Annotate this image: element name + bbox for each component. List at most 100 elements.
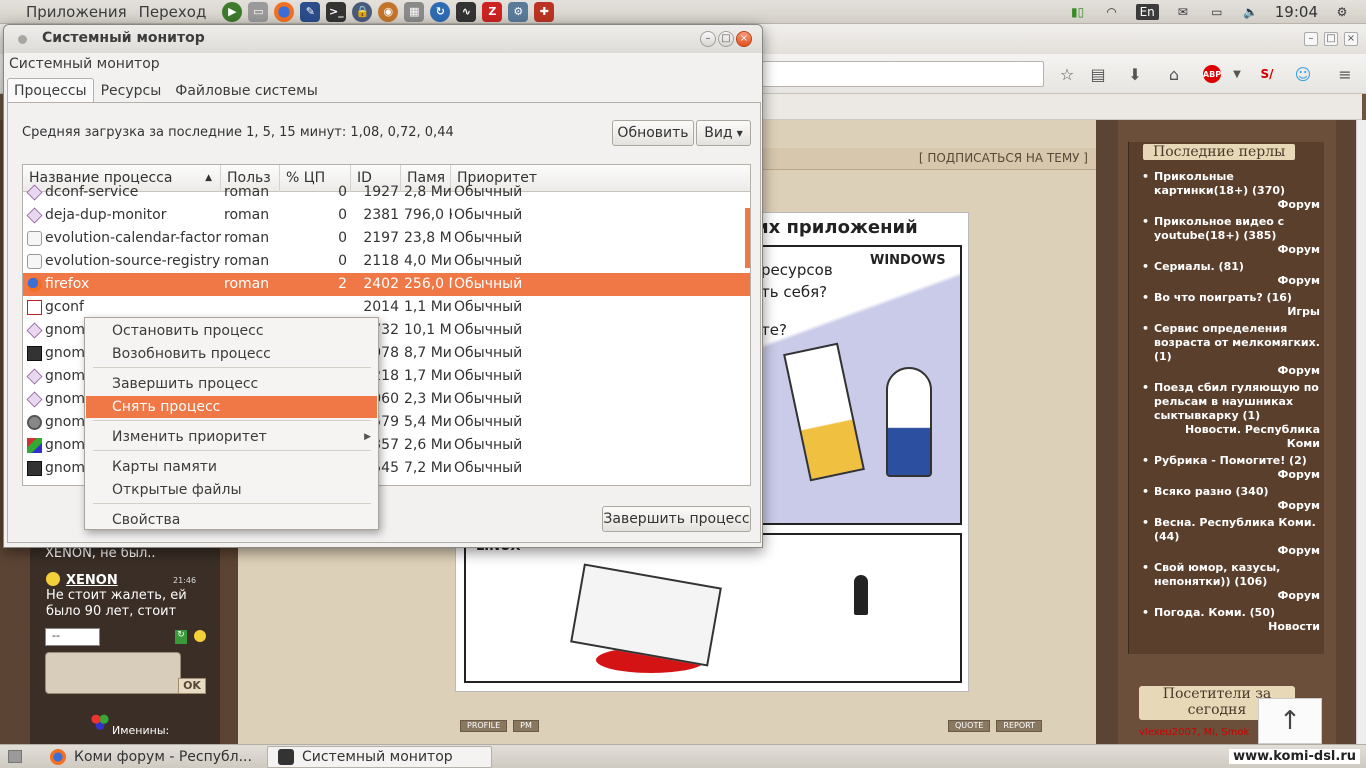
download-icon[interactable]: ⬇ <box>1124 63 1146 85</box>
dropdown-arrow-icon[interactable]: ▼ <box>1226 63 1248 85</box>
chat-smiley-select[interactable]: -- <box>45 628 100 646</box>
terminal-icon[interactable]: >_ <box>326 1 347 22</box>
table-row[interactable]: gconf 2014 1,1 Ми Обычный <box>23 296 750 319</box>
perl-category[interactable]: Форум <box>1154 544 1320 558</box>
page-scrollbar[interactable] <box>1356 120 1366 744</box>
perl-category[interactable]: Форум <box>1154 243 1320 257</box>
list-item[interactable]: Весна. Республика Коми. (44)Форум <box>1140 516 1320 558</box>
perl-category[interactable]: Новости <box>1154 620 1320 634</box>
subscribe-link[interactable]: [ ПОДПИСАТЬСЯ НА ТЕМУ ] <box>919 151 1088 165</box>
perl-title[interactable]: Во что поиграть? (16) <box>1154 291 1292 304</box>
perl-title[interactable]: Прикольное видео с youtube(18+) (385) <box>1154 215 1284 242</box>
software-icon[interactable]: ✚ <box>534 1 555 22</box>
play-icon[interactable]: ▶ <box>222 1 243 22</box>
end-process-button[interactable]: Завершить процесс <box>602 506 751 532</box>
perl-title[interactable]: Погода. Коми. (50) <box>1154 606 1275 619</box>
list-item[interactable]: Поезд сбил гуляющую по рельсам в наушник… <box>1140 381 1320 451</box>
filezilla-icon[interactable]: Z <box>482 1 503 22</box>
browser-maximize-button[interactable]: □ <box>1324 32 1338 46</box>
perl-title[interactable]: Прикольные картинки(18+) (370) <box>1154 170 1285 197</box>
battery-level-icon[interactable]: ▭ <box>1207 4 1227 20</box>
perl-title[interactable]: Всяко разно (340) <box>1154 485 1269 498</box>
list-item[interactable]: Погода. Коми. (50)Новости <box>1140 606 1320 634</box>
table-row[interactable]: deja-dup-monitor roman 0 2381 796,0 КОбычный <box>23 204 750 227</box>
perl-title[interactable]: Рубрика - Помогите! (2) <box>1154 454 1307 467</box>
perl-category[interactable]: Форум <box>1154 274 1320 288</box>
list-item[interactable]: Рубрика - Помогите! (2)Форум <box>1140 454 1320 482</box>
profile-button[interactable]: PROFILE <box>460 720 508 732</box>
perl-category[interactable]: Форум <box>1154 364 1320 378</box>
scroll-to-top-button[interactable]: ↑ <box>1258 698 1322 744</box>
window-titlebar[interactable]: Системный монитор – □ × <box>4 25 762 53</box>
show-desktop-icon[interactable] <box>8 750 22 763</box>
tab-file-systems[interactable]: Файловые системы <box>168 78 325 102</box>
star-icon[interactable]: ☆ <box>1056 63 1078 85</box>
perl-category[interactable]: Форум <box>1154 499 1320 513</box>
volume-icon[interactable]: 🔈 <box>1241 4 1261 20</box>
browser-minimize-button[interactable]: – <box>1304 32 1318 46</box>
perl-title[interactable]: Свой юмор, казусы, непонятки)) (106) <box>1154 561 1280 588</box>
context-menu-item[interactable]: Свойства <box>86 509 377 531</box>
context-menu-item[interactable]: Изменить приоритет ▶ <box>86 426 377 448</box>
extension-icon[interactable]: S/ <box>1256 63 1278 85</box>
perl-category[interactable]: Игры <box>1154 305 1320 319</box>
refresh-icon[interactable]: ↻ <box>175 630 187 644</box>
calculator-icon[interactable]: ▦ <box>404 1 425 22</box>
context-menu-item[interactable]: Остановить процесс <box>86 320 377 342</box>
list-item[interactable]: Во что поиграть? (16)Игры <box>1140 291 1320 319</box>
table-row[interactable]: evolution-source-registry roman 0 2118 4,0 М… <box>23 250 750 273</box>
list-item[interactable]: Прикольное видео с youtube(18+) (385)Фор… <box>1140 215 1320 257</box>
context-menu-item[interactable]: Карты памяти <box>86 456 377 478</box>
smiley-picker-icon[interactable] <box>194 630 206 642</box>
reading-list-icon[interactable]: ▤ <box>1087 63 1109 85</box>
gimp-icon[interactable]: ◉ <box>378 1 399 22</box>
list-item[interactable]: Сервис определения возраста от мелкомягк… <box>1140 322 1320 378</box>
perl-title[interactable]: Сериалы. (81) <box>1154 260 1244 273</box>
perl-category[interactable]: Форум <box>1154 468 1320 482</box>
browser-close-button[interactable]: × <box>1344 32 1358 46</box>
list-item[interactable]: Свой юмор, казусы, непонятки)) (106)Фору… <box>1140 561 1320 603</box>
table-row[interactable]: dconf-service roman 0 1927 2,8 Ми Обычный <box>23 181 750 204</box>
power-icon[interactable]: ⚙ <box>1332 4 1352 20</box>
perl-category[interactable]: Форум <box>1154 589 1320 603</box>
hamburger-menu-icon[interactable]: ≡ <box>1334 63 1356 85</box>
context-menu-item[interactable]: Снять процесс <box>86 396 377 418</box>
visitors-list[interactable]: vlexeu2007, Mi, Smok <box>1139 727 1249 738</box>
table-row[interactable]: firefox roman 2 2402 256,0 МОбычный <box>23 273 750 296</box>
view-button[interactable]: Вид ▼ <box>696 120 751 146</box>
url-bar[interactable] <box>762 61 1044 87</box>
context-menu-item[interactable]: Открытые файлы <box>86 479 377 501</box>
adblock-icon[interactable]: ABP <box>1203 65 1221 83</box>
list-item[interactable]: Прикольные картинки(18+) (370)Форум <box>1140 170 1320 212</box>
lock-icon[interactable]: 🔒 <box>352 1 373 22</box>
minimize-button[interactable]: – <box>700 31 716 47</box>
system-monitor-icon[interactable]: ∿ <box>456 1 477 22</box>
perl-title[interactable]: Сервис определения возраста от мелкомягк… <box>1154 322 1320 363</box>
wifi-icon[interactable]: ◠ <box>1102 4 1122 20</box>
pm-button[interactable]: PM <box>513 720 539 732</box>
menu-system-monitor[interactable]: Системный монитор <box>9 56 160 72</box>
report-button[interactable]: REPORT <box>996 720 1042 732</box>
places-menu[interactable]: Переход <box>133 3 213 21</box>
close-button[interactable]: × <box>736 31 752 47</box>
context-menu-item[interactable]: Возобновить процесс <box>86 343 377 365</box>
perl-category[interactable]: Новости. Республика Коми <box>1154 423 1320 451</box>
perl-title[interactable]: Весна. Республика Коми. (44) <box>1154 516 1316 543</box>
table-row[interactable]: evolution-calendar-factory roman 0 2197 23,8… <box>23 227 750 250</box>
sync-icon[interactable]: ↻ <box>430 1 451 22</box>
keyboard-layout[interactable]: En <box>1135 4 1159 20</box>
refresh-button[interactable]: Обновить <box>612 120 694 146</box>
firefox-icon[interactable] <box>274 1 295 22</box>
chat-input[interactable] <box>45 652 181 694</box>
mail-icon[interactable]: ✉ <box>1173 4 1193 20</box>
perl-category[interactable]: Форум <box>1154 198 1320 212</box>
task-browser[interactable]: Коми форум - Республ... <box>40 746 265 768</box>
tab-processes[interactable]: Процессы <box>7 78 94 102</box>
quote-button[interactable]: QUOTE <box>948 720 991 732</box>
screenshot-icon[interactable]: ✎ <box>300 1 321 22</box>
maximize-button[interactable]: □ <box>718 31 734 47</box>
chat-user-name[interactable]: XENON <box>66 573 118 588</box>
applications-menu[interactable]: Приложения <box>20 3 133 21</box>
window-menu-icon[interactable] <box>18 35 27 44</box>
clock[interactable]: 19:04 <box>1275 3 1318 21</box>
